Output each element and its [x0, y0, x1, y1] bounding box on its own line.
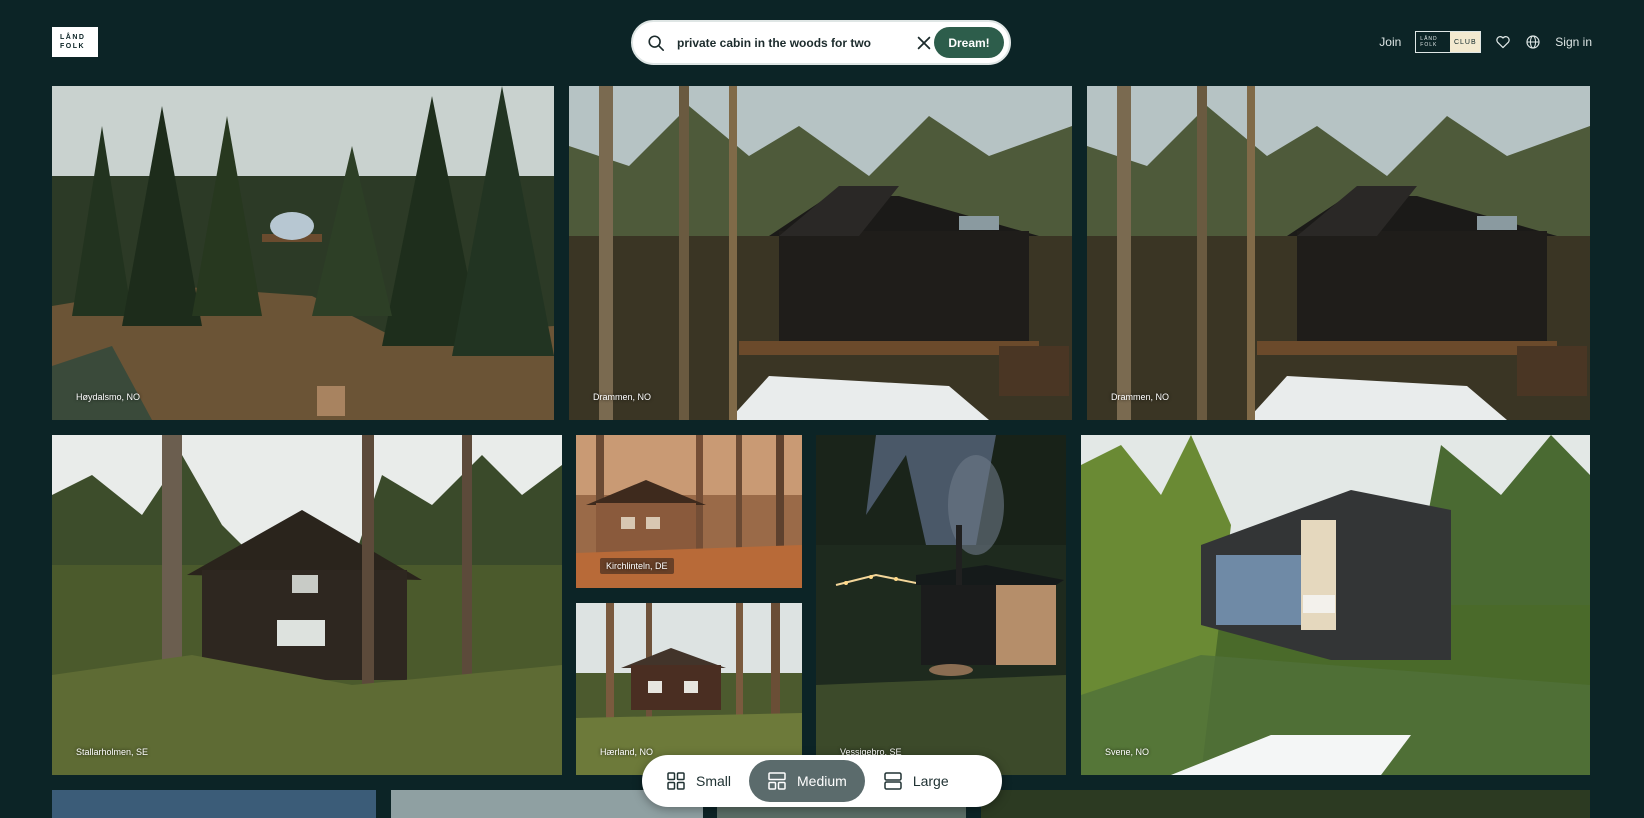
clear-search-icon[interactable] — [915, 34, 933, 52]
size-large-label: Large — [912, 773, 949, 789]
grid-large-icon — [884, 772, 902, 790]
listing-location: Drammen, NO — [593, 392, 652, 402]
landfolk-logo[interactable]: LÅND FOLK — [52, 27, 98, 57]
join-link[interactable]: Join — [1379, 35, 1401, 49]
logo-line-2: FOLK — [60, 43, 86, 50]
listing-card[interactable]: Stallarholmen, SE — [52, 435, 562, 775]
listing-location: Høydalsmo, NO — [76, 392, 141, 402]
grid-size-toggle: Small Medium Large — [642, 755, 1002, 807]
search-icon — [648, 35, 665, 52]
size-small-label: Small — [696, 773, 732, 789]
listing-photo — [52, 86, 554, 420]
size-small-button[interactable]: Small — [648, 760, 749, 802]
listing-location: Stallarholmen, SE — [76, 747, 149, 757]
listing-location: Hærland, NO — [600, 747, 654, 757]
size-medium-label: Medium — [797, 773, 847, 789]
listing-card[interactable]: Høydalsmo, NO — [52, 86, 554, 420]
listing-photo — [52, 435, 562, 775]
search-bar[interactable]: private cabin in the woods for two Dream… — [631, 20, 1011, 65]
listing-location: Svene, NO — [1105, 747, 1150, 757]
search-input[interactable]: private cabin in the woods for two — [677, 36, 871, 50]
listing-photo — [816, 435, 1066, 775]
listing-card[interactable] — [981, 790, 1590, 818]
landfolk-club-badge[interactable]: LÅND FOLK CLUB — [1415, 31, 1482, 53]
listing-card[interactable]: Svene, NO — [1081, 435, 1590, 775]
heart-icon[interactable] — [1495, 34, 1511, 50]
listing-card[interactable] — [52, 790, 376, 818]
size-large-button[interactable]: Large — [865, 760, 967, 802]
listing-card[interactable]: Drammen, NO — [569, 86, 1072, 420]
listing-location: Drammen, NO — [1111, 392, 1170, 402]
logo-line-1: LÅND — [60, 34, 86, 41]
top-nav: Join LÅND FOLK CLUB Sign in — [1379, 30, 1592, 54]
listing-card[interactable]: Vessigebro, SE — [816, 435, 1066, 775]
listing-photo — [1081, 435, 1590, 775]
grid-small-icon — [667, 772, 685, 790]
listing-card[interactable]: Drammen, NO — [1087, 86, 1590, 420]
listing-location: Kirchlinteln, DE — [600, 558, 674, 574]
sign-in-link[interactable]: Sign in — [1555, 35, 1592, 49]
dream-search-button[interactable]: Dream! — [934, 27, 1004, 58]
listing-card[interactable]: Kirchlinteln, DE — [576, 435, 802, 588]
grid-medium-icon — [768, 772, 786, 790]
listing-photo — [569, 86, 1072, 420]
listing-card[interactable]: Hærland, NO — [576, 603, 802, 775]
club-label: CLUB — [1450, 32, 1481, 52]
listing-photo — [1087, 86, 1590, 420]
club-logo-line-2: FOLK — [1420, 42, 1438, 48]
size-medium-button[interactable]: Medium — [749, 760, 865, 802]
globe-icon[interactable] — [1525, 34, 1541, 50]
